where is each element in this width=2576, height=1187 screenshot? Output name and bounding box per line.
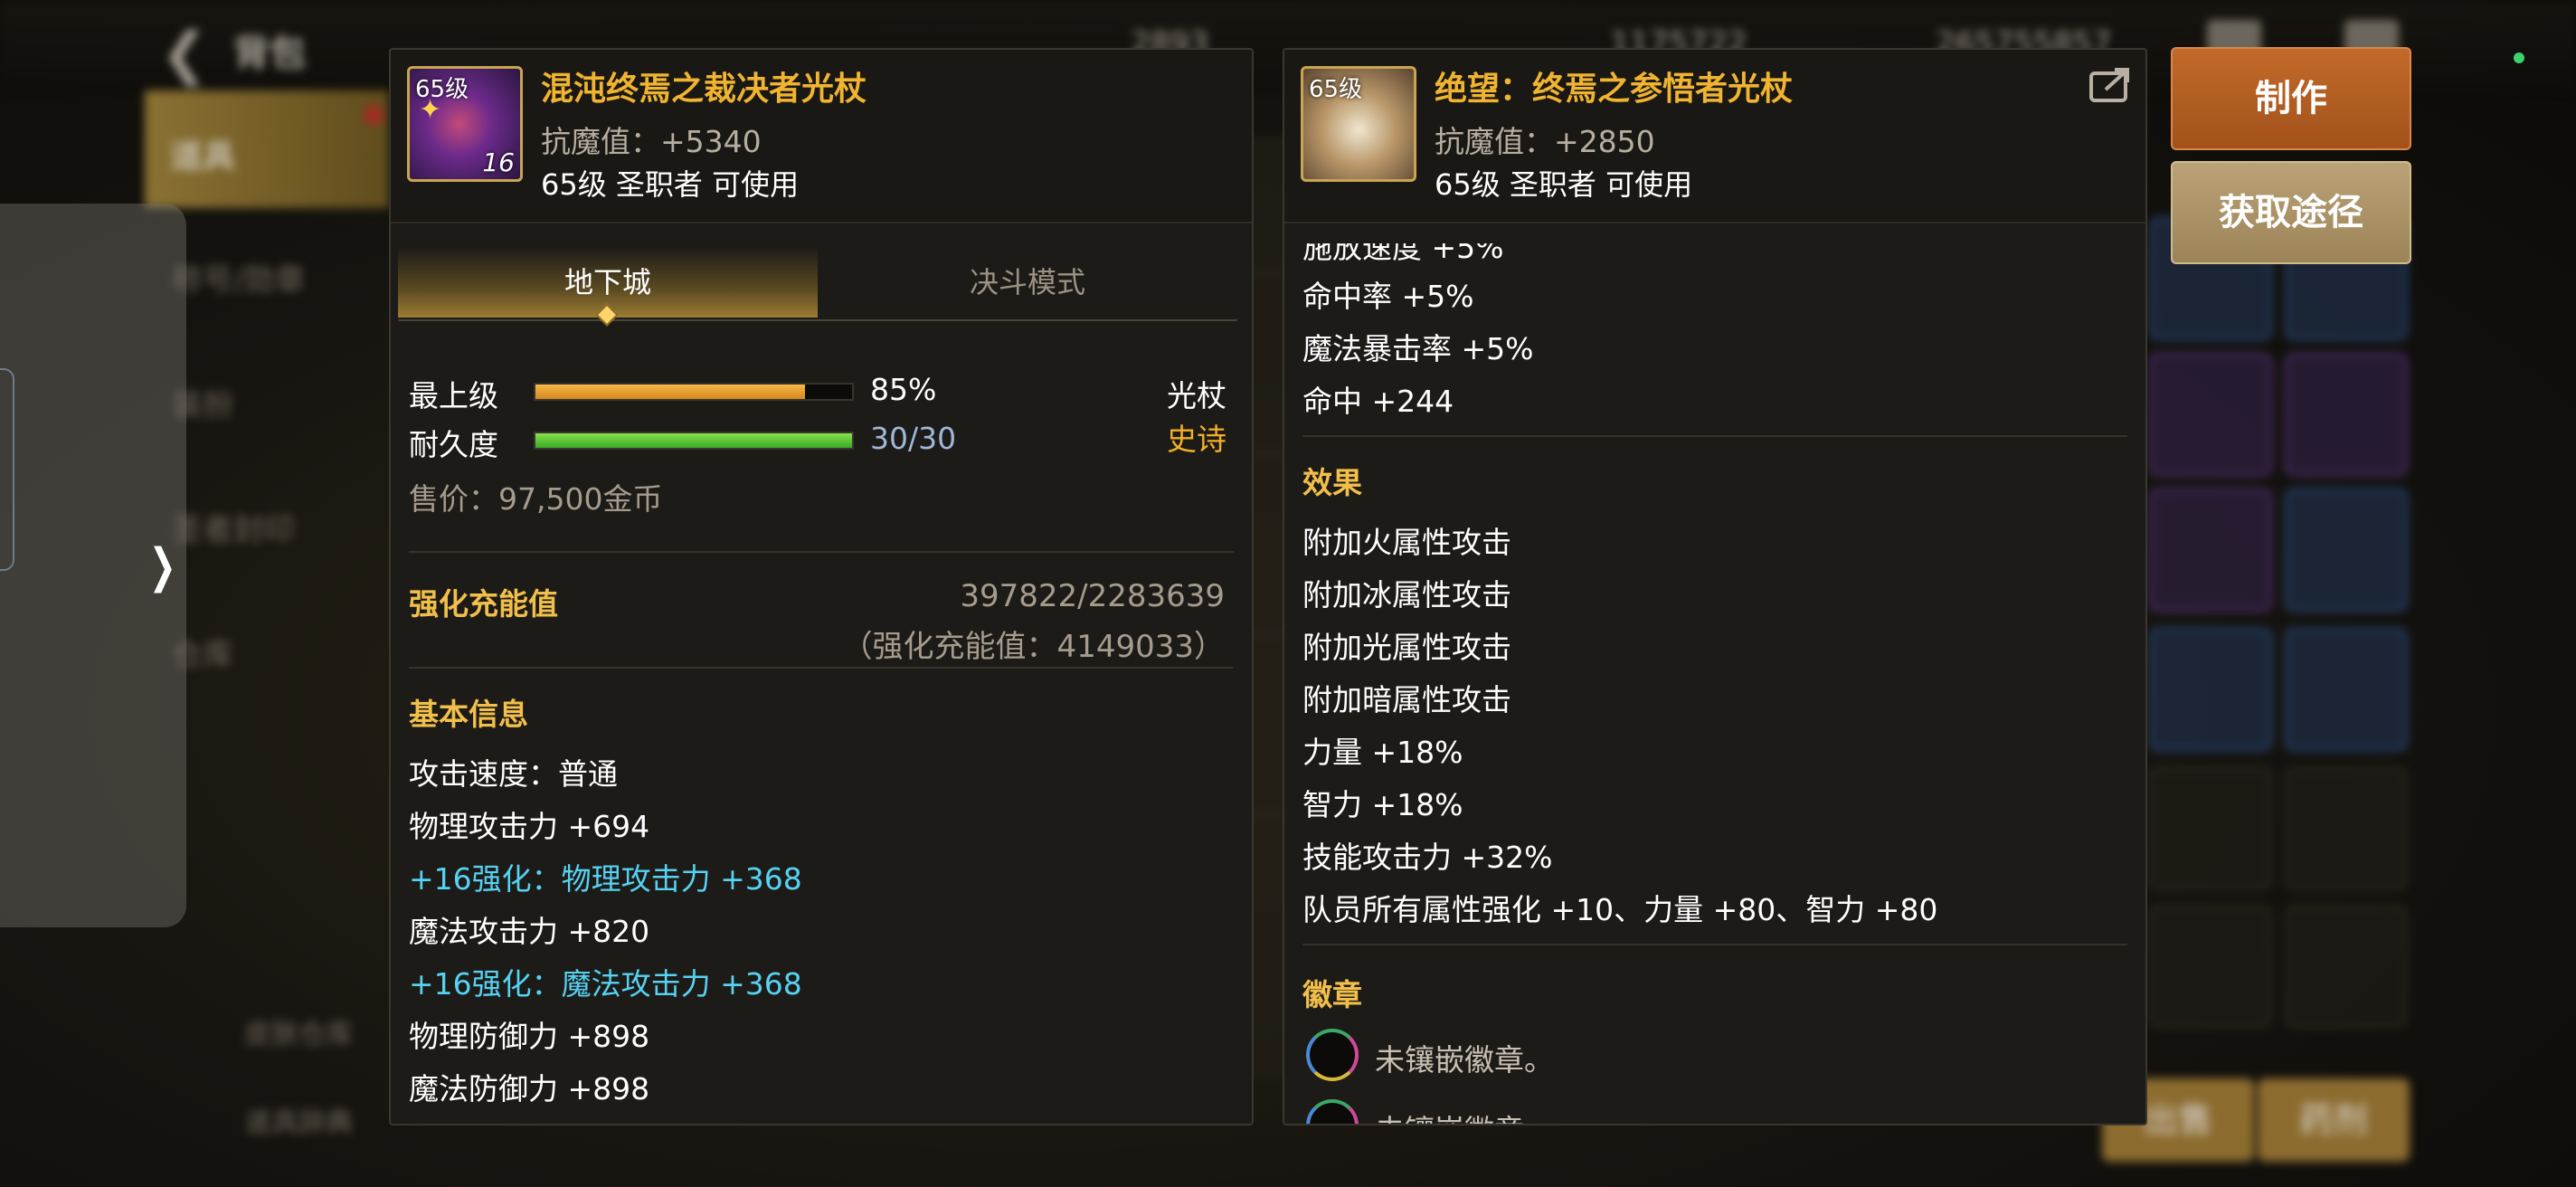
inventory-slot[interactable] — [2149, 905, 2272, 1028]
magic-resist: 抗魔值：+2850 — [1435, 124, 1655, 159]
stat-line-reinforce: +16强化：魔法攻击力 +368 — [409, 966, 802, 1002]
item-requirement: 65级 圣职者 可使用 — [541, 167, 800, 202]
effect-line: 技能攻击力 +32% — [1302, 840, 1553, 875]
icon-level-label: 65级 — [1309, 76, 1363, 103]
tab-pvp[interactable]: 决斗模式 — [818, 247, 1237, 318]
reinforce-value: 397822/2283639 — [960, 578, 1225, 614]
inventory-slot[interactable] — [2285, 489, 2408, 612]
craft-button[interactable]: 制作 — [2171, 47, 2411, 150]
inventory-slot[interactable] — [2285, 905, 2408, 1028]
drawer-handle[interactable] — [0, 368, 14, 571]
item-tooltip-equipped: 65级 ✦ 16 混沌终焉之裁决者光杖 抗魔值：+5340 65级 圣职者 可使… — [389, 48, 1254, 1125]
divider — [409, 667, 1234, 669]
acquire-source-button[interactable]: 获取途径 — [2171, 161, 2411, 264]
stat-line-partial: 施放速度 +5% — [1302, 230, 1504, 265]
emblem-slot-icon[interactable] — [1306, 1099, 1359, 1124]
staff-item-icon: 65级 ✦ 16 — [407, 66, 523, 182]
grade-bar-fill — [535, 385, 805, 399]
sidebar-item-label: 道具 — [170, 138, 236, 176]
stat-line: 物理防御力 +898 — [409, 1019, 650, 1054]
grade-label: 最上级 — [409, 378, 498, 413]
stat-line: 攻击速度：普通 — [409, 756, 618, 792]
divider — [1302, 435, 2127, 437]
magic-resist: 抗魔值：+5340 — [541, 124, 762, 159]
mode-tabs: 地下城 决斗模式 — [398, 247, 1237, 327]
inventory-title: 背包 — [233, 33, 306, 74]
sidebar-item-titles[interactable]: 称号/勋章 — [172, 255, 305, 299]
effect-line: 队员所有属性强化 +10、力量 +80、智力 +80 — [1302, 892, 1938, 927]
emblem-slot-label: 未镶嵌徽章。 — [1375, 1106, 1554, 1124]
effect-line: 附加火属性攻击 — [1302, 525, 1511, 560]
inventory-slot[interactable] — [2149, 767, 2272, 890]
potion-button[interactable]: 药剂 — [2258, 1078, 2410, 1162]
sidebar-item-dictionary[interactable]: 道具辞典 — [244, 1100, 353, 1140]
stat-line: 魔法防御力 +898 — [409, 1071, 650, 1106]
emblem-slot-icon[interactable] — [1306, 1029, 1359, 1081]
durability-bar — [534, 432, 854, 450]
effect-line: 附加暗属性攻击 — [1302, 682, 1511, 717]
effect-line: 智力 +18% — [1302, 787, 1463, 822]
chevron-right-icon[interactable]: ❯ — [149, 539, 177, 594]
status-indicator — [2514, 52, 2524, 63]
grade-bar — [534, 383, 854, 401]
reinforce-label: 强化充能值 — [409, 586, 558, 622]
stat-line: 命中 +244 — [1302, 384, 1454, 419]
grade-value: 85% — [870, 372, 937, 407]
durability-label: 耐久度 — [409, 427, 498, 462]
reinforce-total: （强化充能值：4149033） — [841, 629, 1225, 665]
effect-line: 附加光属性攻击 — [1302, 630, 1511, 665]
item-header: 65级 绝望：终焉之参悟者光杖 抗魔值：+2850 65级 圣职者 可使用 — [1284, 50, 2145, 223]
durability-bar-fill — [535, 433, 852, 448]
effect-line: 力量 +18% — [1302, 735, 1463, 770]
stat-line: 物理攻击力 +694 — [409, 809, 650, 844]
inventory-slot[interactable] — [2285, 353, 2408, 476]
item-name: 混沌终焉之裁决者光杖 — [541, 71, 867, 108]
inventory-slot[interactable] — [2285, 767, 2408, 890]
basic-info-title: 基本信息 — [409, 697, 528, 732]
rarity: 史诗 — [1167, 422, 1226, 457]
emblem-slot-label: 未镶嵌徽章。 — [1375, 1042, 1554, 1078]
durability-value: 30/30 — [870, 421, 957, 456]
divider — [409, 551, 1234, 553]
weapon-type: 光杖 — [1167, 378, 1226, 413]
emblem-title: 徽章 — [1302, 977, 1362, 1012]
back-arrow-icon[interactable]: ❮ — [161, 20, 208, 86]
divider — [1302, 944, 2127, 945]
inventory-slot[interactable] — [2149, 628, 2272, 751]
sparkle-icon: ✦ — [419, 94, 442, 126]
staff-item-icon: 65级 — [1301, 66, 1416, 182]
effects-title: 效果 — [1302, 465, 1362, 500]
sidebar-item-seal[interactable]: 圣者封印 — [172, 505, 295, 549]
inventory-slot[interactable] — [2285, 628, 2408, 751]
effect-line: 附加冰属性攻击 — [1302, 577, 1511, 612]
notification-dot — [364, 105, 384, 125]
sidebar-item-skin-storage[interactable]: 皮肤仓库 — [244, 1011, 353, 1051]
reinforce-level: 16 — [482, 147, 515, 177]
item-header: 65级 ✦ 16 混沌终焉之裁决者光杖 抗魔值：+5340 65级 圣职者 可使… — [391, 50, 1252, 223]
stat-line-reinforce: +16强化：物理攻击力 +368 — [409, 861, 802, 897]
stat-line: 魔法暴击率 +5% — [1302, 331, 1534, 366]
stat-line: 命中率 +5% — [1302, 279, 1474, 314]
item-tooltip-compare[interactable]: 65级 绝望：终焉之参悟者光杖 抗魔值：+2850 65级 圣职者 可使用 施放… — [1283, 48, 2147, 1125]
inventory-slot[interactable] — [2149, 353, 2272, 476]
inventory-slot[interactable] — [2149, 489, 2272, 612]
share-icon[interactable] — [2089, 66, 2133, 104]
sell-price: 售价：97,500金币 — [409, 481, 663, 517]
sidebar-item-items[interactable]: 道具 — [145, 90, 389, 208]
stat-line: 魔法攻击力 +820 — [409, 914, 650, 949]
item-requirement: 65级 圣职者 可使用 — [1435, 167, 1693, 202]
item-name: 绝望：终焉之参悟者光杖 — [1435, 71, 1794, 108]
